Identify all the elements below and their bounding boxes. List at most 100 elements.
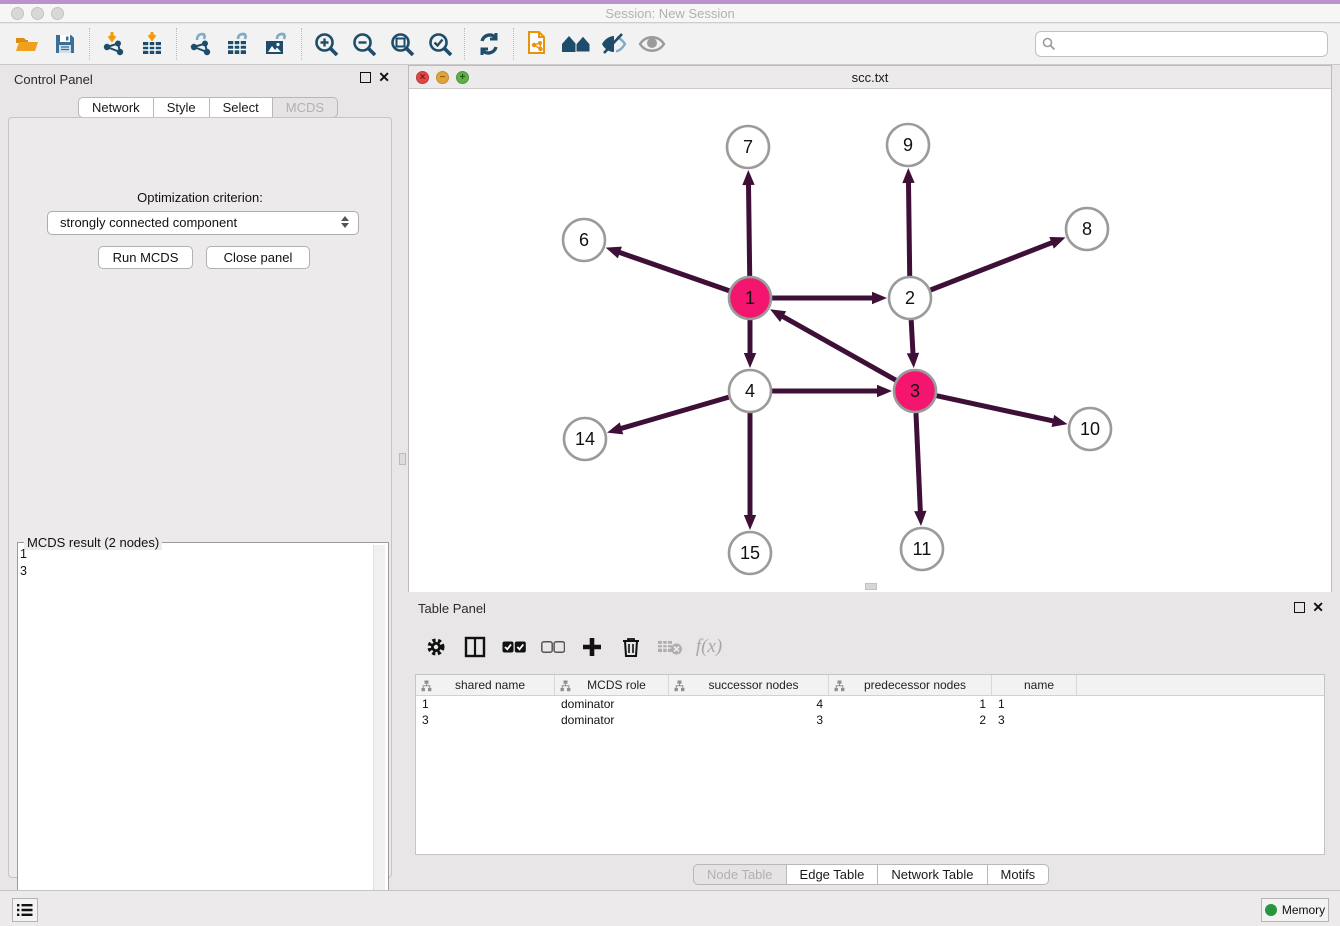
window-resize-handle[interactable] xyxy=(865,583,877,590)
node-table: shared nameMCDS rolesuccessor nodesprede… xyxy=(415,674,1325,855)
export-network-button[interactable] xyxy=(182,27,220,61)
toolbar-separator xyxy=(464,28,465,60)
function-builder-button[interactable]: f(x) xyxy=(693,629,725,665)
hide-selected-button[interactable] xyxy=(595,27,633,61)
cell-successor-nodes[interactable]: 3 xyxy=(669,712,829,728)
zoom-out-button[interactable] xyxy=(345,27,383,61)
table-settings-button[interactable] xyxy=(420,629,452,665)
node-label-1: 1 xyxy=(745,288,755,308)
table-body: 1dominator4113dominator323 xyxy=(416,696,1324,728)
run-mcds-button[interactable]: Run MCDS xyxy=(98,246,193,269)
cell-shared-name[interactable]: 1 xyxy=(416,696,555,712)
column-header-name[interactable]: name xyxy=(992,675,1077,695)
memory-button[interactable]: Memory xyxy=(1261,898,1329,922)
save-session-button[interactable] xyxy=(46,27,84,61)
unselect-all-columns-button[interactable] xyxy=(537,629,569,665)
float-table-panel-icon[interactable] xyxy=(1294,602,1305,613)
export-table-button[interactable] xyxy=(220,27,258,61)
split-table-button[interactable] xyxy=(459,629,491,665)
table-row[interactable]: 1dominator411 xyxy=(416,696,1324,712)
export-network-icon xyxy=(188,31,214,57)
tab-motifs[interactable]: Motifs xyxy=(988,864,1050,885)
zoom-in-button[interactable] xyxy=(307,27,345,61)
table-row[interactable]: 3dominator323 xyxy=(416,712,1324,728)
edge-2-3[interactable] xyxy=(911,320,913,355)
result-scrollbar[interactable] xyxy=(373,545,385,919)
search-input[interactable] xyxy=(1035,31,1328,57)
toolbar-separator xyxy=(301,28,302,60)
plus-icon xyxy=(581,636,603,658)
toolbar-separator xyxy=(89,28,90,60)
import-table-button[interactable] xyxy=(133,27,171,61)
edge-1-6[interactable] xyxy=(618,252,729,291)
tab-network-table[interactable]: Network Table xyxy=(878,864,987,885)
cell-predecessor-nodes[interactable]: 2 xyxy=(829,712,992,728)
close-panel-button[interactable]: Close panel xyxy=(206,246,310,269)
zoom-fit-button[interactable] xyxy=(383,27,421,61)
delete-table-button[interactable] xyxy=(654,629,686,665)
close-table-panel-icon[interactable]: ✕ xyxy=(1312,602,1324,613)
node-label-2: 2 xyxy=(905,288,915,308)
import-network-icon xyxy=(101,31,127,57)
zoom-selected-button[interactable] xyxy=(421,27,459,61)
edge-arrowhead xyxy=(607,422,623,434)
node-label-14: 14 xyxy=(575,429,595,449)
node-label-15: 15 xyxy=(740,543,760,563)
tab-node-table[interactable]: Node Table xyxy=(693,864,787,885)
column-header-shared-name[interactable]: shared name xyxy=(416,675,555,695)
edge-1-7[interactable] xyxy=(748,183,749,276)
create-column-button[interactable] xyxy=(576,629,608,665)
cell-MCDS-role[interactable]: dominator xyxy=(555,696,669,712)
cell-successor-nodes[interactable]: 4 xyxy=(669,696,829,712)
float-panel-icon[interactable] xyxy=(360,72,371,83)
first-neighbors-button[interactable] xyxy=(557,27,595,61)
edge-3-11[interactable] xyxy=(916,413,920,513)
export-image-icon xyxy=(263,31,291,57)
edge-2-8[interactable] xyxy=(930,242,1053,290)
apply-layout-button[interactable] xyxy=(470,27,508,61)
close-panel-icon[interactable]: ✕ xyxy=(378,72,390,83)
network-canvas[interactable]: 7968124314101511 xyxy=(409,89,1331,592)
export-image-button[interactable] xyxy=(258,27,296,61)
clone-network-button[interactable] xyxy=(519,27,557,61)
edge-2-9[interactable] xyxy=(908,181,909,276)
edge-3-10[interactable] xyxy=(936,396,1054,422)
table-panel-tabs: Node TableEdge TableNetwork TableMotifs xyxy=(693,864,1049,885)
eye-slash-icon xyxy=(600,32,628,56)
refresh-icon xyxy=(476,31,502,57)
cell-name[interactable]: 3 xyxy=(992,712,1077,728)
cell-shared-name[interactable]: 3 xyxy=(416,712,555,728)
network-window-title: scc.txt xyxy=(409,70,1331,85)
edge-4-14[interactable] xyxy=(620,397,729,429)
edge-arrowhead xyxy=(1052,415,1068,427)
cell-name[interactable]: 1 xyxy=(992,696,1077,712)
tab-mcds[interactable]: MCDS xyxy=(273,97,338,118)
node-label-6: 6 xyxy=(579,230,589,250)
tab-style[interactable]: Style xyxy=(154,97,210,118)
gear-icon xyxy=(425,636,447,658)
edge-arrowhead xyxy=(877,385,892,397)
zoom-in-icon xyxy=(313,31,340,58)
mcds-result-text[interactable]: 1 3 xyxy=(20,546,27,580)
show-all-button[interactable] xyxy=(633,27,671,61)
open-session-button[interactable] xyxy=(8,27,46,61)
zoom-out-icon xyxy=(351,31,378,58)
cell-MCDS-role[interactable]: dominator xyxy=(555,712,669,728)
delete-column-button[interactable] xyxy=(615,629,647,665)
column-header-predecessor-nodes[interactable]: predecessor nodes xyxy=(829,675,992,695)
task-history-button[interactable] xyxy=(12,898,38,922)
export-table-icon xyxy=(225,31,253,57)
tab-edge-table[interactable]: Edge Table xyxy=(787,864,879,885)
column-header-successor-nodes[interactable]: successor nodes xyxy=(669,675,829,695)
cell-predecessor-nodes[interactable]: 1 xyxy=(829,696,992,712)
tab-select[interactable]: Select xyxy=(210,97,273,118)
column-header-MCDS-role[interactable]: MCDS role xyxy=(555,675,669,695)
status-bar: Memory xyxy=(0,890,1340,926)
tab-network[interactable]: Network xyxy=(78,97,154,118)
save-icon xyxy=(53,32,77,56)
edge-3-1[interactable] xyxy=(781,316,895,381)
optimization-criterion-select[interactable]: strongly connected component xyxy=(47,211,359,235)
import-network-button[interactable] xyxy=(95,27,133,61)
select-all-columns-button[interactable] xyxy=(498,629,530,665)
panel-divider-handle[interactable] xyxy=(399,453,406,465)
